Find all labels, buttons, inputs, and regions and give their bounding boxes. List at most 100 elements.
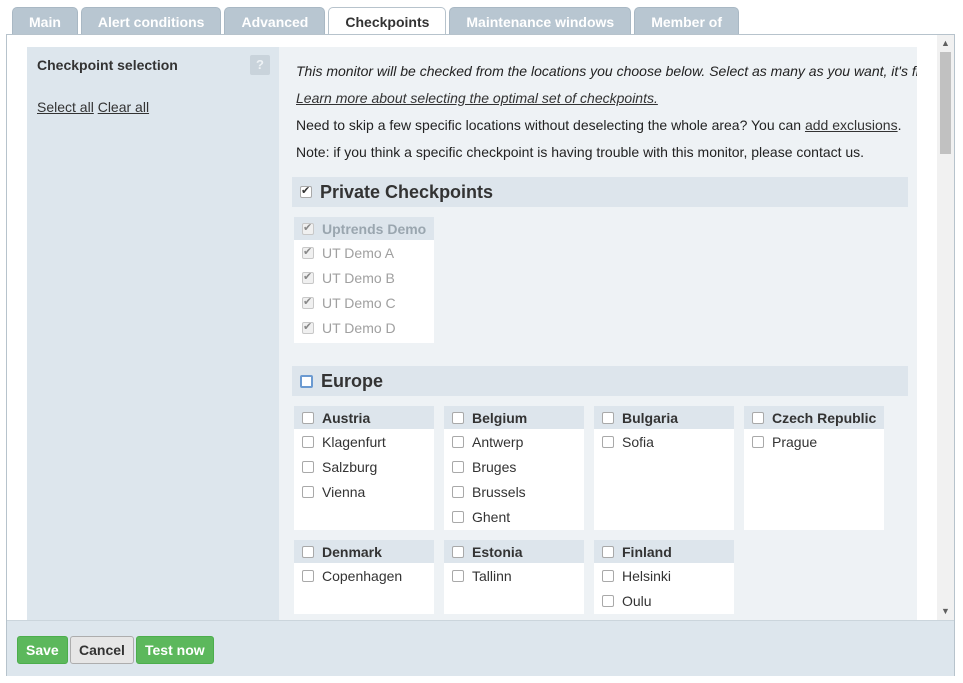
- city-item[interactable]: Helsinki: [594, 563, 734, 588]
- scroll-down-icon[interactable]: ▼: [937, 603, 954, 620]
- country-header[interactable]: Denmark: [294, 540, 434, 563]
- city-name: Tallinn: [472, 567, 512, 584]
- city-checkbox[interactable]: [452, 569, 464, 582]
- country-checkbox[interactable]: [302, 411, 314, 424]
- city-item[interactable]: Ghent: [444, 504, 584, 529]
- city-item[interactable]: Klagenfurt: [294, 429, 434, 454]
- city-checkbox: [302, 320, 314, 334]
- country-header[interactable]: Finland: [594, 540, 734, 563]
- city-checkbox[interactable]: [302, 460, 314, 473]
- city-item: UT Demo D: [294, 315, 434, 340]
- country-name: Denmark: [322, 543, 382, 560]
- info-line-1: This monitor will be checked from the lo…: [296, 63, 917, 79]
- city-name: Sofia: [622, 433, 654, 450]
- city-name: UT Demo D: [322, 319, 396, 336]
- exclusions-end: .: [897, 117, 902, 133]
- country-checkbox: [302, 221, 314, 235]
- city-item[interactable]: Prague: [744, 429, 884, 454]
- learn-more-link[interactable]: Learn more about selecting the optimal s…: [296, 90, 658, 106]
- country-name: Bulgaria: [622, 409, 679, 426]
- save-button[interactable]: Save: [17, 636, 68, 664]
- country-name: Austria: [322, 409, 371, 426]
- city-item[interactable]: Brussels: [444, 479, 584, 504]
- city-checkbox[interactable]: [602, 435, 614, 448]
- cancel-button[interactable]: Cancel: [70, 636, 134, 664]
- info-line-3: Need to skip a few specific locations wi…: [296, 117, 902, 133]
- country-belgium: Belgium Antwerp Bruges Brussels Ghent: [444, 406, 584, 530]
- exclusions-text: Need to skip a few specific locations wi…: [296, 117, 805, 133]
- city-checkbox[interactable]: [752, 435, 764, 448]
- country-header[interactable]: Austria: [294, 406, 434, 429]
- country-checkbox[interactable]: [602, 545, 614, 558]
- tab-bar: Main Alert conditions Advanced Checkpoin…: [12, 7, 739, 36]
- city-checkbox[interactable]: [452, 485, 464, 498]
- city-name: UT Demo B: [322, 269, 395, 286]
- question-icon[interactable]: ?: [250, 55, 270, 75]
- clear-all-link[interactable]: Clear all: [98, 99, 149, 115]
- scroll-up-icon[interactable]: ▲: [937, 35, 954, 52]
- tab-maintenance-windows[interactable]: Maintenance windows: [449, 7, 632, 35]
- city-name: Oulu: [622, 592, 652, 609]
- city-item[interactable]: Antwerp: [444, 429, 584, 454]
- city-name: Antwerp: [472, 433, 524, 450]
- city-checkbox[interactable]: [602, 569, 614, 582]
- selection-links: Select all Clear all: [37, 99, 149, 115]
- group-title: Europe: [321, 370, 384, 391]
- city-item[interactable]: Bruges: [444, 454, 584, 479]
- country-checkbox[interactable]: [602, 411, 614, 424]
- group-europe: Europe: [292, 366, 908, 396]
- country-header[interactable]: Czech Republic: [744, 406, 884, 429]
- city-item[interactable]: Vienna: [294, 479, 434, 504]
- private-checkpoints-checkbox[interactable]: [300, 184, 312, 198]
- add-exclusions-link[interactable]: add exclusions: [805, 117, 898, 133]
- country-header[interactable]: Bulgaria: [594, 406, 734, 429]
- city-checkbox[interactable]: [452, 435, 464, 448]
- city-checkbox: [302, 270, 314, 284]
- country-estonia: Estonia Tallinn: [444, 540, 584, 614]
- city-name: Bruges: [472, 458, 517, 475]
- test-now-button[interactable]: Test now: [136, 636, 214, 664]
- country-checkbox[interactable]: [452, 411, 464, 424]
- europe-checkbox[interactable]: [300, 374, 313, 388]
- select-all-link[interactable]: Select all: [37, 99, 94, 115]
- city-name: UT Demo C: [322, 294, 396, 311]
- city-item[interactable]: Oulu: [594, 588, 734, 613]
- country-header: Uptrends Demo: [294, 217, 434, 240]
- city-item[interactable]: Copenhagen: [294, 563, 434, 588]
- scroll-thumb[interactable]: [940, 52, 951, 154]
- country-header[interactable]: Belgium: [444, 406, 584, 429]
- city-item: UT Demo B: [294, 265, 434, 290]
- country-austria: Austria Klagenfurt Salzburg Vienna: [294, 406, 434, 530]
- city-item[interactable]: Salzburg: [294, 454, 434, 479]
- tab-alert-conditions[interactable]: Alert conditions: [80, 7, 222, 35]
- country-checkbox[interactable]: [452, 545, 464, 558]
- city-checkbox[interactable]: [602, 594, 614, 607]
- city-item[interactable]: Tallinn: [444, 563, 584, 588]
- checkpoint-content: This monitor will be checked from the lo…: [279, 47, 917, 627]
- tab-advanced[interactable]: Advanced: [224, 7, 326, 35]
- city-name: UT Demo A: [322, 244, 395, 261]
- country-name: Finland: [622, 543, 672, 560]
- tab-member-of[interactable]: Member of: [634, 7, 739, 35]
- vertical-scrollbar[interactable]: ▲ ▼: [937, 35, 954, 620]
- country-denmark: Denmark Copenhagen: [294, 540, 434, 614]
- info-line-2: Learn more about selecting the optimal s…: [296, 90, 658, 106]
- country-header[interactable]: Estonia: [444, 540, 584, 563]
- tab-checkpoints[interactable]: Checkpoints: [328, 7, 447, 36]
- group-title: Private Checkpoints: [320, 181, 494, 202]
- city-item: UT Demo A: [294, 240, 434, 265]
- city-checkbox[interactable]: [452, 510, 464, 523]
- city-checkbox[interactable]: [452, 460, 464, 473]
- city-item: UT Demo C: [294, 290, 434, 315]
- sidebar-title: Checkpoint selection: [37, 57, 178, 73]
- country-checkbox[interactable]: [302, 545, 314, 558]
- action-footer: Save Cancel Test now: [7, 620, 954, 676]
- country-checkbox[interactable]: [752, 411, 764, 424]
- city-name: Klagenfurt: [322, 433, 386, 450]
- city-name: Helsinki: [622, 567, 672, 584]
- city-checkbox[interactable]: [302, 435, 314, 448]
- city-checkbox[interactable]: [302, 485, 314, 498]
- city-checkbox[interactable]: [302, 569, 314, 582]
- tab-main[interactable]: Main: [12, 7, 78, 35]
- city-item[interactable]: Sofia: [594, 429, 734, 454]
